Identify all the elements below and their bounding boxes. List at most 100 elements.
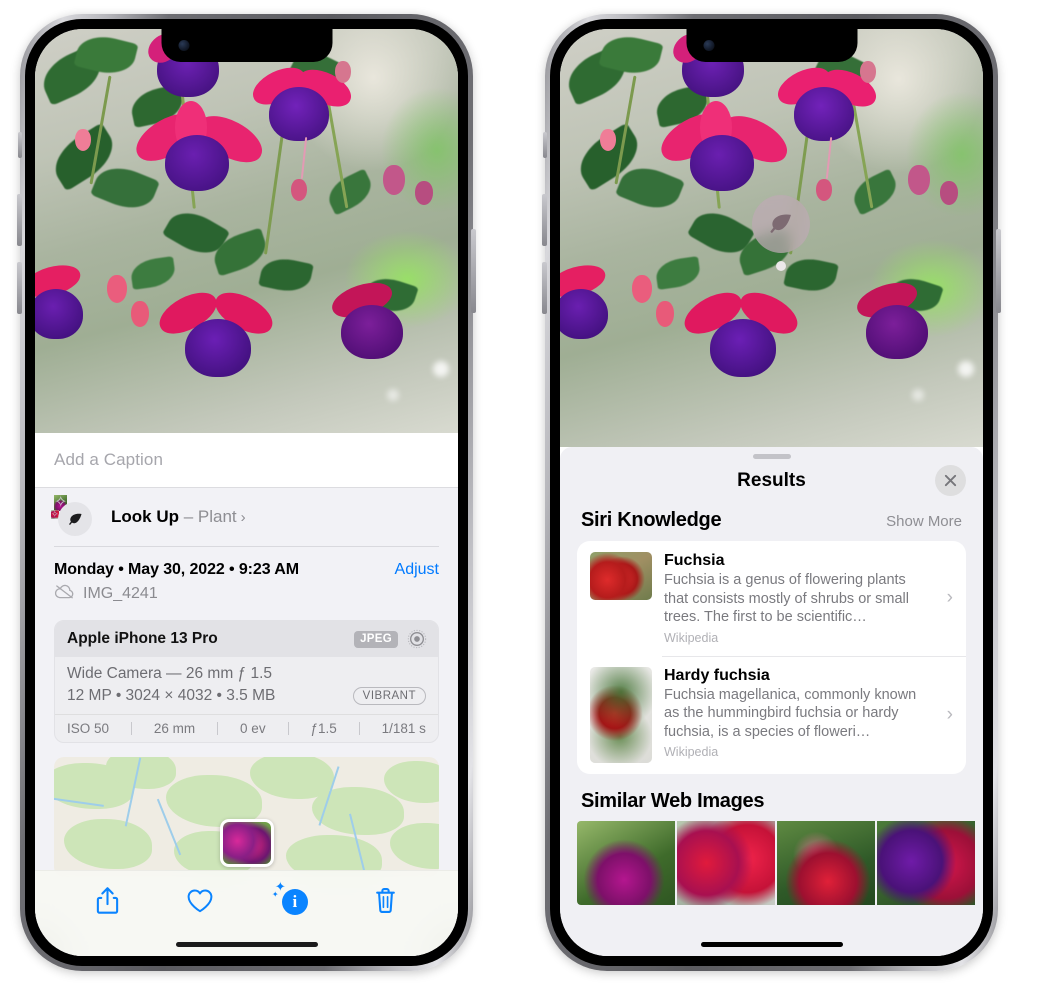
close-button[interactable]	[935, 465, 966, 496]
knowledge-source: Wikipedia	[664, 630, 719, 645]
specs-row: 12 MP • 3024 × 4032 • 3.5 MB VIBRANT	[67, 687, 426, 705]
knowledge-thumbnail	[590, 552, 652, 600]
home-indicator[interactable]	[175, 942, 318, 947]
exif-iso: ISO 50	[67, 721, 110, 736]
look-up-label-group: Look Up – Plant ›	[111, 507, 246, 527]
info-button[interactable]: ✦ ✦ i	[271, 880, 312, 920]
camera-card-header: Apple iPhone 13 Pro JPEG	[55, 621, 438, 657]
phone-bezel: Add a Caption ✧ ✧ Look Up – Plant › Mond…	[25, 19, 468, 966]
similar-images-title: Similar Web Images	[581, 789, 765, 812]
visual-lookup-anchor-dot	[776, 261, 786, 271]
notch	[161, 29, 332, 62]
similar-images-header: Similar Web Images	[560, 774, 983, 813]
phone-screen-left: Add a Caption ✧ ✧ Look Up – Plant › Mond…	[35, 29, 458, 956]
cloud-slash-icon	[54, 584, 75, 604]
siri-knowledge-title: Siri Knowledge	[581, 509, 722, 531]
aperture-icon	[407, 629, 427, 649]
exif-shutter: 1/181 s	[381, 721, 426, 736]
look-up-row[interactable]: ✧ ✧ Look Up – Plant ›	[35, 488, 458, 546]
phone-screen-right: Results Siri Knowledge Show More Fuchsia…	[560, 29, 983, 956]
file-name: IMG_4241	[83, 585, 158, 602]
knowledge-row[interactable]: Fuchsia Fuchsia is a genus of flowering …	[577, 541, 966, 656]
visual-lookup-leaf-badge[interactable]	[752, 195, 810, 253]
knowledge-description: Fuchsia is a genus of flowering plants t…	[664, 572, 909, 626]
home-indicator[interactable]	[700, 942, 843, 947]
chevron-right-icon: ›	[240, 509, 246, 526]
siri-knowledge-card: Fuchsia Fuchsia is a genus of flowering …	[577, 541, 966, 774]
delete-button[interactable]	[367, 882, 405, 920]
volume-down-button[interactable]	[17, 262, 22, 314]
phone-bezel: Results Siri Knowledge Show More Fuchsia…	[550, 19, 993, 966]
map-pin-thumbnail	[222, 822, 271, 864]
leaf-icon	[58, 502, 92, 536]
exif-separator	[217, 722, 219, 735]
file-row: IMG_4241	[35, 579, 458, 604]
favorite-button[interactable]	[181, 882, 219, 920]
share-button[interactable]	[88, 882, 126, 920]
silent-switch[interactable]	[18, 132, 22, 158]
knowledge-text: Hardy fuchsia Fuchsia magellanica, commo…	[664, 667, 947, 763]
exif-ev: 0 ev	[240, 721, 266, 736]
location-map[interactable]	[54, 757, 439, 877]
show-more-button[interactable]: Show More	[886, 513, 962, 530]
exif-row: ISO 50 26 mm 0 ev ƒ1.5 1/181 s	[55, 714, 438, 742]
results-title: Results	[737, 470, 806, 491]
chevron-right-icon: ›	[946, 587, 953, 609]
power-button[interactable]	[471, 229, 476, 313]
camera-model: Apple iPhone 13 Pro	[67, 630, 218, 647]
lens-line: Wide Camera — 26 mm ƒ 1.5	[67, 665, 273, 682]
specs-line: 12 MP • 3024 × 4032 • 3.5 MB	[67, 687, 276, 704]
photo-info-sheet: Add a Caption ✧ ✧ Look Up – Plant › Mond…	[35, 433, 458, 956]
format-badge: JPEG	[354, 630, 398, 648]
knowledge-source: Wikipedia	[664, 745, 719, 760]
look-up-icon-wrap: ✧ ✧	[51, 495, 94, 537]
similar-image-1[interactable]	[577, 820, 675, 905]
exif-separator	[130, 722, 132, 735]
caption-placeholder: Add a Caption	[54, 450, 164, 469]
exif-separator	[287, 722, 289, 735]
look-up-label: Look Up	[111, 507, 179, 526]
results-header: Results	[560, 459, 983, 503]
silent-switch[interactable]	[543, 132, 547, 158]
photo-viewer[interactable]	[560, 29, 983, 447]
knowledge-text: Fuchsia Fuchsia is a genus of flowering …	[664, 552, 947, 645]
look-up-dash: –	[179, 507, 198, 526]
power-button[interactable]	[996, 229, 1001, 313]
caption-field[interactable]: Add a Caption	[35, 433, 458, 488]
similar-image-3[interactable]	[777, 820, 875, 905]
look-up-subject: Plant	[197, 507, 237, 526]
knowledge-description: Fuchsia magellanica, commonly known as t…	[664, 686, 917, 740]
volume-up-button[interactable]	[17, 194, 22, 246]
adjust-button[interactable]: Adjust	[395, 561, 439, 579]
exif-separator	[358, 722, 360, 735]
front-camera-icon	[703, 40, 714, 51]
camera-info-card: Apple iPhone 13 Pro JPEG Wide Camera — 2…	[54, 620, 439, 743]
volume-down-button[interactable]	[542, 262, 547, 314]
knowledge-row[interactable]: Hardy fuchsia Fuchsia magellanica, commo…	[577, 655, 966, 774]
knowledge-thumbnail	[590, 666, 652, 763]
knowledge-title: Fuchsia	[664, 552, 725, 569]
notch	[686, 29, 857, 62]
date-row: Monday • May 30, 2022 • 9:23 AM Adjust	[35, 547, 458, 579]
volume-up-button[interactable]	[542, 194, 547, 246]
photo-viewer[interactable]	[35, 29, 458, 433]
similar-image-4[interactable]	[877, 820, 975, 905]
camera-card-body: Wide Camera — 26 mm ƒ 1.5 12 MP • 3024 ×…	[55, 657, 438, 714]
photo-date: Monday • May 30, 2022 • 9:23 AM	[54, 561, 299, 578]
siri-knowledge-header: Siri Knowledge Show More	[560, 503, 983, 541]
results-sheet: Results Siri Knowledge Show More Fuchsia…	[560, 447, 983, 956]
info-glyph: i	[281, 888, 308, 915]
map-photo-pin[interactable]	[219, 819, 274, 867]
front-camera-icon	[178, 40, 189, 51]
style-badge: VIBRANT	[352, 687, 426, 705]
info-sparkle-icon: ✦ ✦ i	[271, 880, 312, 920]
similar-image-2[interactable]	[677, 820, 775, 905]
phone-left: Add a Caption ✧ ✧ Look Up – Plant › Mond…	[17, 14, 476, 971]
similar-images-strip[interactable]	[560, 820, 983, 905]
camera-header-right: JPEG	[354, 629, 427, 649]
phone-right: Results Siri Knowledge Show More Fuchsia…	[542, 14, 1001, 971]
sparkle-small-icon: ✦	[271, 889, 279, 899]
exif-aperture: ƒ1.5	[310, 721, 337, 736]
screenshot-root: Add a Caption ✧ ✧ Look Up – Plant › Mond…	[0, 0, 1055, 985]
exif-focal: 26 mm	[153, 721, 196, 736]
